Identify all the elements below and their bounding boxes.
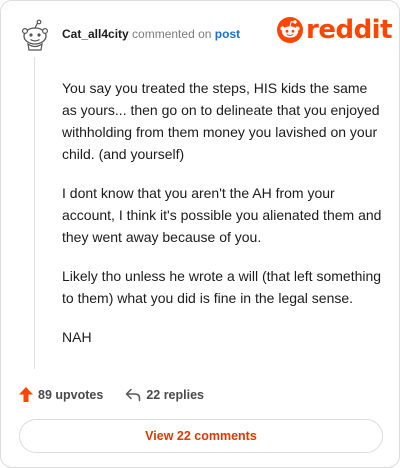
avatar[interactable] [19,19,51,51]
comment-body: You say you treated the steps, HIS kids … [62,77,384,365]
thread-line [34,57,35,369]
reddit-logo[interactable]: reddit [277,15,393,45]
comment-paragraph: Likely tho unless he wrote a will (that … [62,268,382,306]
commented-on-text: commented on [132,27,212,41]
reply-arrow-icon [126,388,141,401]
post-link[interactable]: post [215,27,240,41]
reddit-wordmark: reddit [306,15,393,45]
upvote-count: 89 upvotes [38,387,104,402]
upvote-stat[interactable]: 89 upvotes [19,387,103,402]
comment-header: Cat_all4city commented on post [62,27,240,41]
username[interactable]: Cat_all4city [62,27,129,41]
comment-paragraph: I dont know that you aren't the AH from … [62,185,382,245]
reply-stat[interactable]: 22 replies [125,388,204,402]
comment-footer: 89 upvotes 22 replies [19,387,204,402]
reddit-snoo-icon [277,17,303,43]
comment-paragraph: You say you treated the steps, HIS kids … [62,80,380,162]
view-comments-button[interactable]: View 22 comments [19,419,383,453]
comment-card: Cat_all4city commented on post reddit Yo… [0,0,400,468]
reply-count: 22 replies [146,387,204,402]
comment-paragraph: NAH [62,329,92,345]
upvote-arrow-icon [19,387,33,402]
